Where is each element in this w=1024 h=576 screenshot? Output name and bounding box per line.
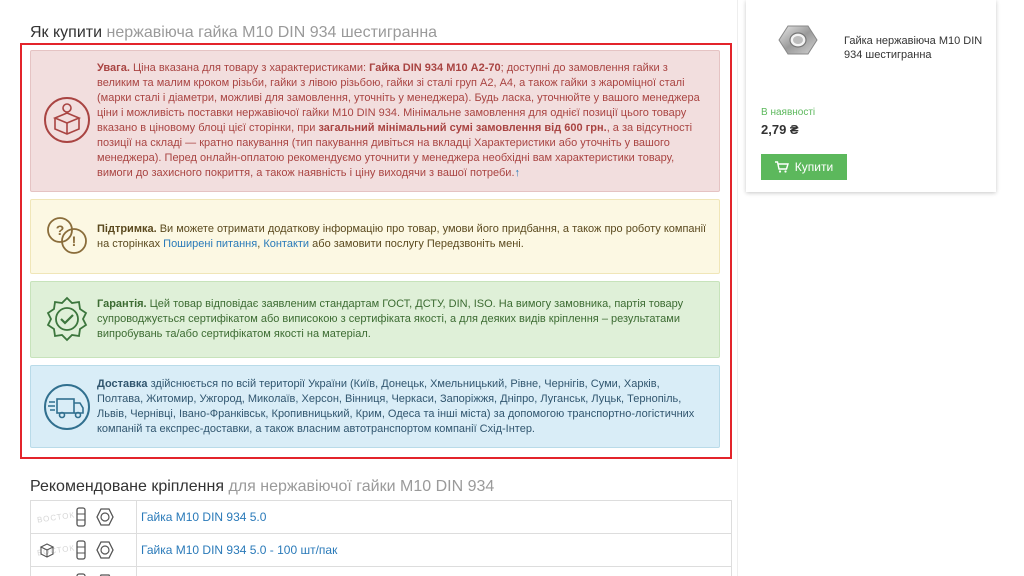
column-divider [737,0,738,576]
how-to-buy-title: Як купити нержавіюча гайка М10 DIN 934 ш… [30,24,437,42]
notice-delivery-text: Доставка здійснюється по всій території … [97,377,707,437]
warning-min-order: загальний мінімальний сумі замовлення ві… [318,122,607,134]
certificate-check-icon [46,296,88,342]
delivery-truck-icon [44,384,90,430]
table-row-name [136,566,732,576]
box-warning-icon [44,97,90,143]
notice-warning-text: Увага. Ціна вказана для товару з характе… [97,61,707,181]
product-image-nut[interactable] [778,22,818,58]
contacts-link[interactable]: Контакти [263,238,309,250]
warning-text-1: Ціна вказана для товару з характеристика… [132,62,367,74]
buy-button[interactable]: Купити [761,154,847,180]
table-row-name: Гайка М10 DIN 934 5.0 [136,500,732,534]
guarantee-text: Цей товар відповідає заявленим стандарта… [97,298,684,340]
table-row-name: Гайка М10 DIN 934 5.0 - 100 шт/пак [136,533,732,567]
faq-link[interactable]: Поширені питання [163,238,257,250]
guarantee-label: Гарантія. [97,298,147,310]
table-row-image [30,566,137,576]
question-exclamation-icon: ? ! [47,217,87,254]
notice-support: ? ! Підтримка. Ви можете отримати додатк… [30,199,720,274]
table-row [30,566,732,576]
how-to-buy-title-main: Як купити [30,24,103,41]
table-row: ВОСТОК Гайка М10 DIN 934 5.0 [30,500,732,534]
recommended-table: ВОСТОК Гайка М10 DIN 934 5.0 ВОСТОК Гайк… [30,500,732,576]
buy-button-label: Купити [794,160,834,174]
nut-icon [76,540,114,560]
support-label: Підтримка. [97,222,157,235]
product-name: Гайка нержавіюча М10 DIN 934 шестигранна [844,35,983,61]
notice-warning: Увага. Ціна вказана для товару з характе… [30,50,720,192]
notice-guarantee-text: Гарантія. Цей товар відповідає заявленим… [97,297,707,342]
table-row-image: ВОСТОК [30,500,137,534]
warning-spec: Гайка DIN 934 М10 A2-70 [369,62,501,74]
watermark: ВОСТОК [36,510,76,525]
delivery-label: Доставка [97,377,148,390]
recommended-title-product: для нержавіючої гайки М10 DIN 934 [228,478,495,495]
how-to-buy-title-product: нержавіюча гайка М10 DIN 934 шестигранна [106,24,438,41]
support-sep: , [257,237,261,250]
support-text-2: або замовити послугу Передзвоніть мені. [312,237,524,250]
product-card: Гайка нержавіюча М10 DIN 934 шестигранна… [746,0,996,192]
notice-guarantee: Гарантія. Цей товар відповідає заявленим… [30,281,720,358]
main-content: Як купити нержавіюча гайка М10 DIN 934 ш… [20,0,738,576]
warning-label: Увага. [97,62,130,74]
recommended-title-main: Рекомендоване кріплення [30,478,224,495]
recommended-title: Рекомендоване кріплення для нержавіючої … [30,478,494,496]
scroll-up-link[interactable]: ↑ [515,167,521,179]
recommended-product-link[interactable]: Гайка М10 DIN 934 5.0 - 100 шт/пак [141,543,337,557]
nut-icon [76,573,111,576]
notice-support-text: Підтримка. Ви можете отримати додаткову … [97,222,707,252]
table-row: ВОСТОК Гайка М10 DIN 934 5.0 - 100 шт/па… [30,533,732,567]
svg-text:!: ! [72,233,77,249]
package-icon [39,543,55,558]
product-price: 2,79 ₴ [761,122,799,137]
nut-icon [76,507,114,527]
table-row-image: ВОСТОК [30,533,137,567]
recommended-product-link[interactable]: Гайка М10 DIN 934 5.0 [141,510,266,524]
stock-status: В наявності [761,107,816,118]
notice-delivery: Доставка здійснюється по всій території … [30,365,720,448]
cart-icon [774,161,789,173]
delivery-text: здійснюється по всій території України (… [97,377,695,435]
